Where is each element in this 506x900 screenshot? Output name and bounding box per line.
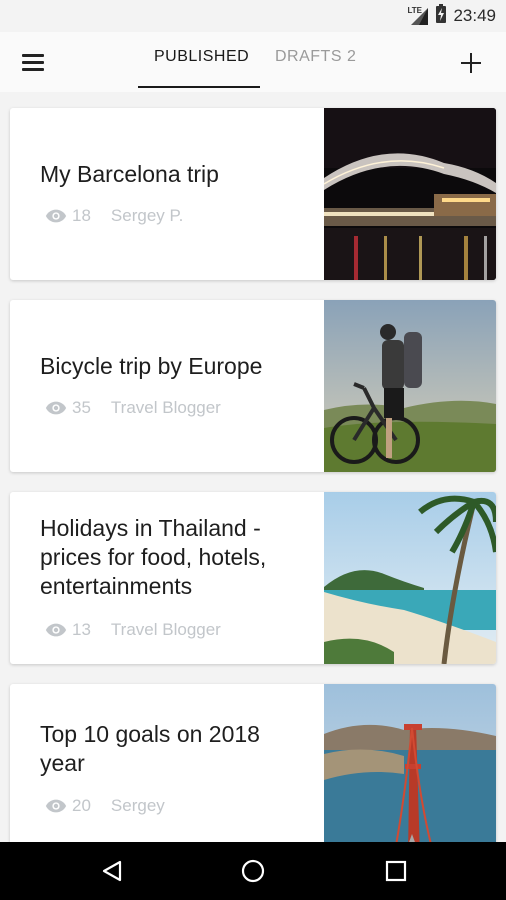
golden-gate-bridge-photo — [324, 684, 496, 842]
post-card[interactable]: Top 10 goals on 2018 year 20 Sergey — [10, 684, 496, 842]
home-icon[interactable] — [241, 859, 265, 883]
post-card[interactable]: Holidays in Thailand - prices for food, … — [10, 492, 496, 664]
status-bar: LTE 23:49 — [0, 0, 506, 32]
tropical-beach-palm-photo — [324, 492, 496, 664]
post-card[interactable]: My Barcelona trip 18 Sergey P. — [10, 108, 496, 280]
post-title: Bicycle trip by Europe — [40, 353, 263, 379]
battery-icon — [435, 3, 447, 29]
view-count: 13 — [72, 620, 91, 639]
view-count: 18 — [72, 206, 91, 225]
recents-icon[interactable] — [384, 859, 408, 883]
active-tab-indicator — [138, 86, 260, 88]
author-name: Travel Blogger — [110, 620, 221, 639]
view-count: 35 — [72, 398, 91, 417]
post-meta: 18 Sergey P. — [45, 206, 183, 226]
eye-icon — [45, 799, 67, 813]
tab-drafts[interactable]: DRAFTS 2 — [275, 48, 356, 66]
eye-icon — [45, 623, 67, 637]
back-icon[interactable] — [100, 859, 124, 883]
author-name: Sergey P. — [110, 206, 184, 225]
post-meta: 20 Sergey — [45, 796, 165, 816]
eye-icon — [45, 401, 67, 415]
signal-icon: LTE — [407, 6, 429, 26]
author-name: Travel Blogger — [110, 398, 221, 417]
post-meta: 13 Travel Blogger — [45, 620, 221, 640]
post-title: Top 10 goals on 2018 year — [40, 721, 260, 776]
post-meta: 35 Travel Blogger — [45, 398, 221, 418]
night-bridge-harbor-photo — [324, 108, 496, 280]
post-title: Holidays in Thailand - prices for food, … — [40, 515, 267, 599]
status-time: 23:49 — [453, 6, 496, 25]
menu-icon[interactable] — [22, 54, 46, 74]
author-name: Sergey — [110, 796, 165, 815]
post-feed[interactable]: My Barcelona trip 18 Sergey P. Bicycle t… — [0, 92, 506, 842]
add-post-icon[interactable] — [460, 52, 482, 74]
app-bar: PUBLISHED DRAFTS 2 — [0, 32, 506, 92]
post-title: My Barcelona trip — [40, 161, 219, 187]
system-nav-bar — [0, 842, 506, 900]
cyclist-mountain-photo — [324, 300, 496, 472]
post-card[interactable]: Bicycle trip by Europe 35 Travel Blogger — [10, 300, 496, 472]
tab-published[interactable]: PUBLISHED — [154, 48, 249, 66]
eye-icon — [45, 209, 67, 223]
view-count: 20 — [72, 796, 91, 815]
